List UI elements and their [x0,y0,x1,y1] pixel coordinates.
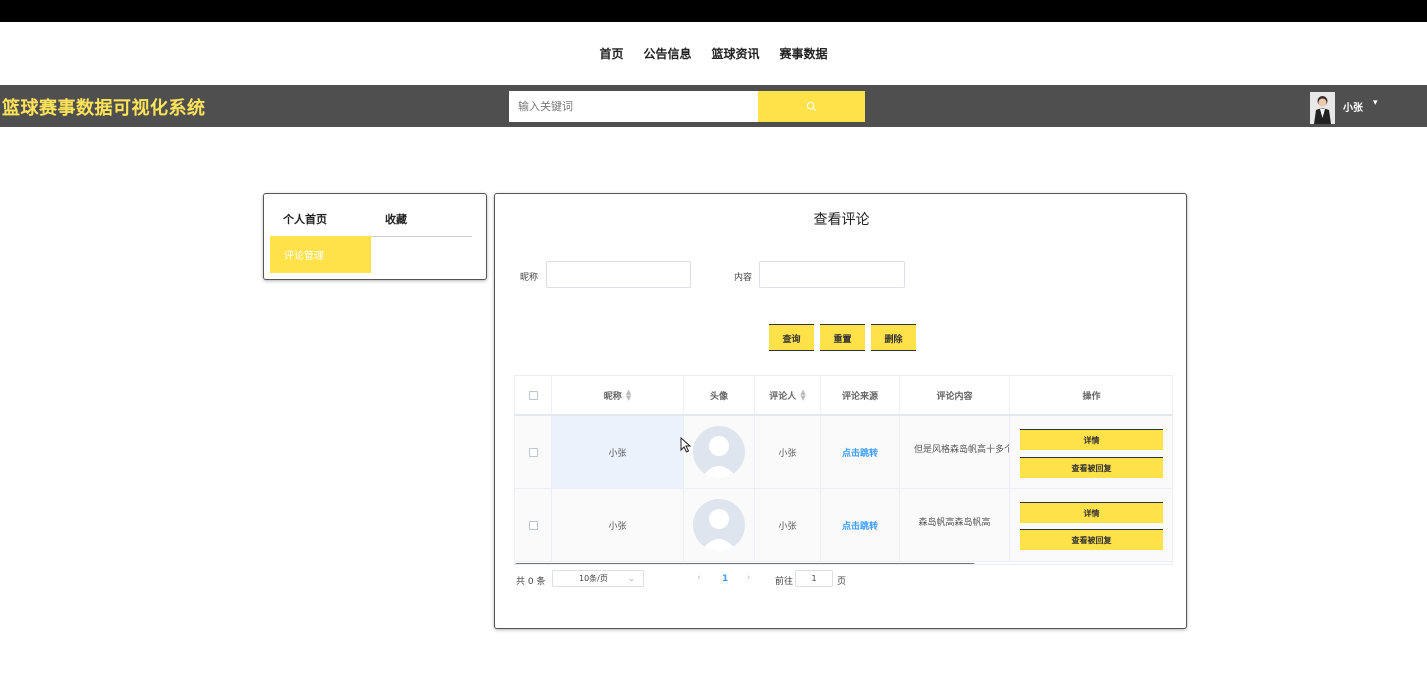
content-cell: 森岛帆高森岛帆高 [900,489,1010,562]
search-icon [806,101,817,112]
delete-button[interactable]: 删除 [871,324,916,351]
user-sidebar: 个人首页 收藏 评论管理 [263,193,487,280]
page-title: 查看评论 [813,212,870,228]
window-top-bar [0,0,1427,22]
reset-button[interactable]: 重置 [820,324,865,351]
content-label: 内容 [734,273,753,283]
content-input[interactable] [759,261,905,288]
sidebar-tab-personal-home[interactable]: 个人首页 [283,211,327,227]
source-cell: 点击跳转 [821,416,900,489]
chevron-down-icon: ⌄ [628,574,635,583]
horizontal-scrollbar[interactable] [515,563,975,564]
top-nav: 首页 公告信息 篮球资讯 赛事数据 [0,22,1427,85]
page-suffix: 页 [837,577,847,587]
column-header-source: 评论来源 [821,376,900,416]
select-all-checkbox[interactable] [528,390,538,400]
column-header-commenter[interactable]: 评论人 ▲ ▼ [755,376,821,416]
column-header-actions: 操作 [1010,376,1172,416]
view-replies-button[interactable]: 查看被回复 [1020,457,1163,478]
sort-icon[interactable]: ▲ ▼ [800,389,805,402]
column-header-content: 评论内容 [900,376,1010,416]
nickname-cell: 小张 [552,489,684,562]
source-cell: 点击跳转 [821,489,900,562]
column-header-nickname[interactable]: 昵称 ▲ ▼ [552,376,684,416]
view-replies-button[interactable]: 查看被回复 [1020,529,1163,550]
row-select-cell[interactable] [515,489,552,562]
search-input[interactable] [509,91,759,122]
content-cell: 但是风格森岛帆高十多个 [900,416,1010,489]
goto-page-input[interactable]: 1 [795,570,833,587]
actions-cell: 详情 查看被回复 [1010,416,1172,489]
nav-item-home[interactable]: 首页 [599,45,623,62]
sort-icon[interactable]: ▲ ▼ [626,389,631,402]
header-bar: 篮球赛事数据可视化系统 小张 ▾ [0,85,1427,127]
next-page-button[interactable]: › [747,573,751,583]
nav-item-match-data[interactable]: 赛事数据 [780,45,828,62]
page-size-select[interactable]: 10条/页 ⌄ [552,570,644,587]
chevron-down-icon[interactable]: ▾ [1373,98,1378,108]
search-button[interactable] [758,91,865,122]
nickname-cell: 小张 [552,416,684,489]
nickname-input[interactable] [546,261,691,288]
sidebar-item-comment-management[interactable]: 评论管理 [270,236,371,273]
row-checkbox[interactable] [528,447,538,457]
commenter-cell: 小张 [755,416,821,489]
nav-item-basketball-news[interactable]: 篮球资讯 [712,45,760,62]
query-button[interactable]: 查询 [769,324,814,351]
column-header-avatar: 头像 [684,376,755,416]
sidebar-tab-favorites[interactable]: 收藏 [385,211,407,227]
detail-button[interactable]: 详情 [1020,502,1163,523]
page-size-value: 10条/页 [579,574,608,583]
row-select-cell[interactable] [515,416,552,489]
site-brand: 篮球赛事数据可视化系统 [2,98,206,119]
comments-table: 昵称 ▲ ▼ 头像 评论人 ▲ ▼ 评论来源 评论内容 操作 小张 小张 点击跳转 但是… [514,375,1173,565]
page-number-current[interactable]: 1 [722,574,728,584]
detail-button[interactable]: 详情 [1020,429,1163,450]
username[interactable]: 小张 [1343,99,1363,114]
avatar-placeholder-icon [693,426,745,478]
goto-label: 前往 [775,577,794,587]
commenter-cell: 小张 [755,489,821,562]
select-all-cell[interactable] [515,376,552,416]
nav-item-announcements[interactable]: 公告信息 [643,45,691,62]
pagination-total: 共 0 条 [516,577,546,587]
source-link[interactable]: 点击跳转 [842,446,878,459]
user-avatar[interactable] [1310,92,1335,124]
row-checkbox[interactable] [528,520,538,530]
actions-cell: 详情 查看被回复 [1010,489,1172,562]
mouse-cursor-icon [680,437,692,453]
source-link[interactable]: 点击跳转 [842,519,878,532]
comments-panel: 查看评论 昵称 内容 查询 重置 删除 昵称 ▲ ▼ 头像 评论人 ▲ ▼ 评论来源 评… [494,193,1187,629]
avatar-placeholder-icon [693,499,745,551]
prev-page-button[interactable]: ‹ [697,573,701,583]
avatar-cell [684,489,755,562]
avatar-cell [684,416,755,489]
nickname-label: 昵称 [520,273,539,283]
